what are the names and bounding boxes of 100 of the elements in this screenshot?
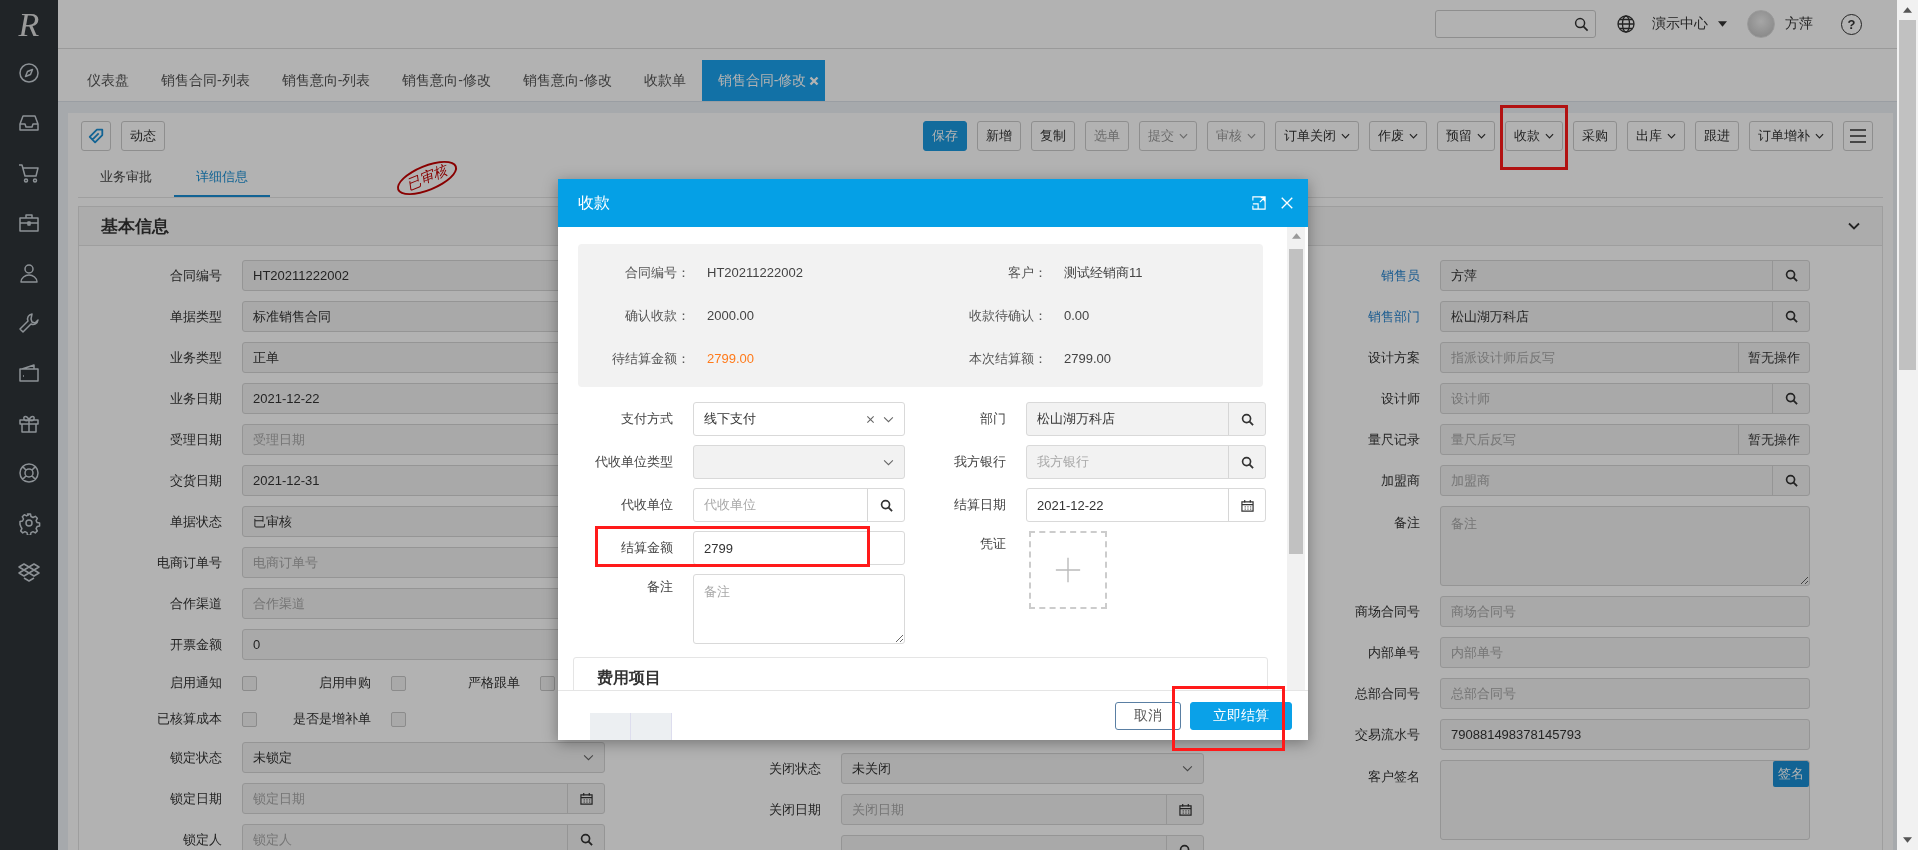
close-icon[interactable]: [809, 75, 820, 86]
checkbox[interactable]: [242, 711, 257, 727]
checkbox-label: 启用申购: [318, 674, 371, 692]
tab[interactable]: 收款单: [627, 60, 702, 101]
summary-label: 合同编号：: [624, 263, 690, 282]
checkbox-label: 是否是增补单: [292, 710, 371, 728]
scrollbar[interactable]: [1897, 0, 1918, 850]
select-field[interactable]: 未关闭: [841, 753, 1204, 784]
checkbox-label: 严格跟单: [467, 674, 520, 692]
date-field[interactable]: 2021-12-22: [1026, 488, 1266, 522]
tab[interactable]: 仪表盘: [71, 60, 145, 101]
maximize-icon[interactable]: [1252, 196, 1266, 210]
toolbar-button[interactable]: 跟进: [1695, 121, 1739, 151]
lookup-field[interactable]: 方萍: [1440, 260, 1810, 291]
wallet-icon[interactable]: [17, 361, 41, 385]
wrench-icon[interactable]: [17, 311, 41, 335]
summary-value: 2799.00: [707, 351, 755, 366]
briefcase-icon[interactable]: [17, 211, 41, 235]
caret-icon: [1477, 133, 1486, 139]
search-field[interactable]: [1435, 10, 1596, 38]
chevron-icon: [883, 458, 894, 466]
field-label: 代收单位: [620, 496, 673, 514]
tab[interactable]: 销售意向-修改: [386, 60, 507, 101]
search-icon: [1784, 474, 1798, 487]
caret-icon: [1409, 133, 1418, 139]
checkbox[interactable]: [540, 675, 555, 691]
summary-value: HT20211222002: [707, 265, 804, 280]
clear-icon[interactable]: [866, 414, 875, 424]
field-label: 业务日期: [169, 389, 222, 408]
field-label: 部门: [979, 410, 1006, 428]
field-label: 凭证: [979, 535, 1006, 553]
activity-button[interactable]: 动态: [121, 121, 165, 151]
search-icon: [579, 833, 593, 846]
user-name[interactable]: 方萍: [1785, 15, 1813, 33]
search-icon: [879, 498, 893, 512]
search-icon: [1784, 310, 1798, 323]
scrollbar-thumb[interactable]: [1899, 20, 1916, 370]
caret-icon: [1341, 133, 1350, 139]
select-field[interactable]: 未锁定: [242, 742, 605, 773]
field-label: 关闭状态: [768, 759, 821, 778]
summary-value: 测试经销商11: [1064, 263, 1144, 282]
lifebuoy-icon[interactable]: [17, 461, 41, 485]
cancel-button[interactable]: 取消: [1115, 701, 1181, 730]
summary-label: 待结算金额：: [611, 349, 690, 368]
toolbar-button[interactable]: 订单增补: [1749, 121, 1833, 151]
globe-icon[interactable]: [1616, 14, 1636, 34]
caret-icon: [1247, 133, 1256, 139]
user-icon[interactable]: [17, 261, 41, 285]
action-button[interactable]: 暂无操作: [1738, 343, 1809, 372]
checkbox[interactable]: [391, 711, 406, 727]
menu-icon: [1850, 129, 1866, 143]
subtab[interactable]: 业务审批: [78, 159, 174, 197]
cart-icon[interactable]: [17, 161, 41, 185]
settings-icon[interactable]: [17, 511, 41, 535]
dialog-title: 收款: [578, 192, 611, 213]
field-label: 结算金额: [620, 539, 673, 557]
scroll-down-icon[interactable]: [1903, 837, 1912, 843]
toolbar-button[interactable]: 复制: [1031, 121, 1075, 151]
field-label: 单据状态: [169, 512, 222, 531]
field-label: 支付方式: [620, 410, 673, 428]
action-button[interactable]: 暂无操作: [1738, 425, 1809, 454]
field-label: 单据类型: [169, 307, 222, 326]
scroll-up-icon[interactable]: [1903, 7, 1912, 13]
toolbar-button[interactable]: 采购: [1573, 121, 1617, 151]
chevron-icon[interactable]: [1848, 222, 1860, 230]
toolbar-button[interactable]: 预留: [1437, 121, 1495, 151]
field-label: 交货日期: [169, 471, 222, 490]
summary-label: 本次结算额：: [968, 349, 1047, 368]
field-label: 备注: [646, 578, 673, 596]
close-icon[interactable]: [1280, 196, 1294, 210]
field-label: 业务类型: [169, 348, 222, 367]
checkbox[interactable]: [391, 675, 406, 691]
calendar-icon: [1240, 498, 1254, 512]
tab[interactable]: 销售合同-列表: [145, 60, 266, 101]
boxes-icon[interactable]: [17, 561, 41, 585]
toolbar-button[interactable]: 订单关闭: [1275, 121, 1359, 151]
org-menu[interactable]: 演示中心: [1652, 15, 1708, 33]
checkbox[interactable]: [242, 675, 257, 691]
toolbar-button[interactable]: 作废: [1369, 121, 1427, 151]
field-label: 结算日期: [953, 496, 1006, 514]
field-label: 锁定人: [182, 830, 222, 849]
compass-icon[interactable]: [17, 61, 41, 85]
lookup-field[interactable]: 松山湖万科店: [1440, 301, 1810, 332]
tag-button[interactable]: [81, 121, 111, 151]
toolbar-button[interactable]: 收款: [1505, 121, 1563, 151]
tab[interactable]: 销售意向-列表: [265, 60, 387, 101]
scrollbar-thumb[interactable]: [1289, 249, 1303, 554]
caret-icon: [1179, 133, 1188, 139]
text-area[interactable]: 备注: [693, 574, 905, 644]
tab[interactable]: 销售意向-修改: [507, 60, 628, 101]
toolbar-button[interactable]: 出库: [1627, 121, 1685, 151]
menu-button[interactable]: [1843, 121, 1873, 151]
text-field[interactable]: 790881498378145793: [1440, 719, 1810, 750]
select-field[interactable]: 线下支付: [693, 402, 905, 436]
field-label: 内部单号: [1367, 643, 1420, 662]
field-label: 客户签名: [1367, 768, 1420, 786]
toolbar-button[interactable]: 新增: [977, 121, 1021, 151]
field-label: 合作渠道: [169, 594, 222, 613]
scrollbar[interactable]: [1287, 227, 1305, 690]
caret-icon: [1718, 21, 1727, 27]
